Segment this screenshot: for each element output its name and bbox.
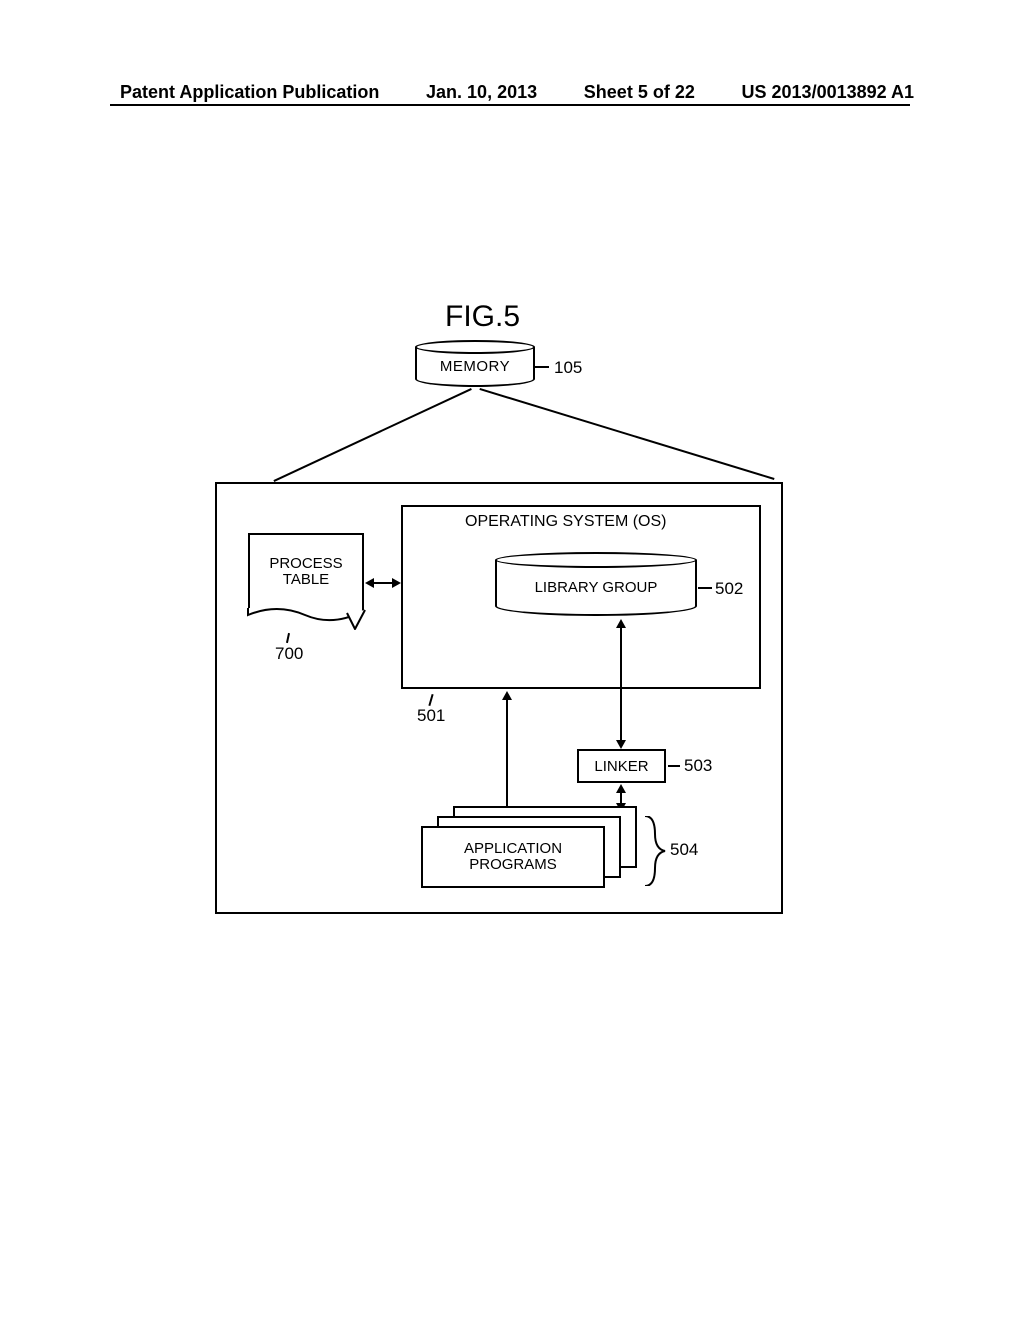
memory-cylinder: MEMORY [415,346,535,392]
library-ref-tick [698,587,712,589]
memory-label: MEMORY [440,358,510,375]
library-cylinder: LIBRARY GROUP [495,559,697,621]
process-table-ref-tick [286,633,290,643]
page-header: Patent Application Publication Jan. 10, … [0,82,1024,103]
memory-ref: 105 [554,358,582,378]
apps-brace-icon [643,816,669,886]
process-table-doc: PROCESS TABLE [248,533,364,623]
linker-label: LINKER [594,758,648,775]
linker-ref-tick [668,765,680,767]
linker-box: LINKER [577,749,666,783]
process-table-ref: 700 [275,644,303,664]
library-body: LIBRARY GROUP [495,560,697,616]
process-table-curl-icon [247,607,367,631]
publication-date: Jan. 10, 2013 [426,82,537,103]
publication-number: US 2013/0013892 A1 [742,82,914,103]
memory-ref-tick [535,366,549,368]
applications-label: APPLICATION PROGRAMS [464,841,562,874]
memory-contents-box: OPERATING SYSTEM (OS) LIBRARY GROUP 502 … [215,482,783,914]
process-table-box: PROCESS TABLE [248,533,364,609]
os-title: OPERATING SYSTEM (OS) [465,513,667,531]
process-table-label: PROCESS TABLE [269,556,342,589]
os-ref-tick [428,694,433,706]
applications-ref: 504 [670,840,698,860]
app-card-front: APPLICATION PROGRAMS [421,826,605,888]
linker-ref: 503 [684,756,712,776]
header-divider [110,104,910,106]
library-top-ellipse [495,552,697,568]
os-box: OPERATING SYSTEM (OS) LIBRARY GROUP 502 [401,505,761,689]
figure-area: FIG.5 MEMORY 105 OPERATING SYSTEM (OS) L… [180,280,820,980]
sheet-number: Sheet 5 of 22 [584,82,695,103]
arrow-library-to-linker [614,619,628,749]
library-ref: 502 [715,579,743,599]
library-label: LIBRARY GROUP [535,579,658,596]
os-ref: 501 [417,706,445,726]
publication-type: Patent Application Publication [120,82,379,103]
arrow-proc-to-os [365,576,401,590]
memory-top-ellipse [415,340,535,354]
figure-title: FIG.5 [445,300,520,334]
